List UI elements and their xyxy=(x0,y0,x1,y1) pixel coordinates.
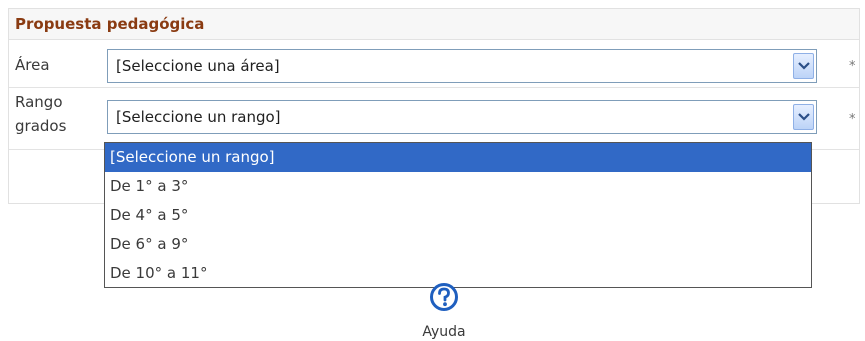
rango-select[interactable]: [Seleccione un rango] xyxy=(107,100,817,134)
chevron-down-icon[interactable] xyxy=(793,104,814,130)
dropdown-option[interactable]: De 1° a 3° xyxy=(105,172,811,201)
row-divider xyxy=(9,87,859,88)
chevron-down-icon[interactable] xyxy=(793,53,814,79)
area-select[interactable]: [Seleccione una área] xyxy=(107,49,817,83)
area-label: Área xyxy=(15,56,50,74)
rango-label-line2: grados xyxy=(15,117,67,135)
help-label: Ayuda xyxy=(422,324,466,340)
question-circle-icon xyxy=(430,283,458,311)
rango-select-value: [Seleccione un rango] xyxy=(116,108,281,126)
rango-dropdown-list[interactable]: [Seleccione un rango] De 1° a 3° De 4° a… xyxy=(104,142,812,288)
dropdown-option[interactable]: De 6° a 9° xyxy=(105,230,811,259)
rango-required-mark: * xyxy=(849,112,856,127)
dropdown-option[interactable]: [Seleccione un rango] xyxy=(105,143,811,172)
help-button[interactable]: Ayuda xyxy=(420,280,480,341)
area-required-mark: * xyxy=(849,59,856,74)
dropdown-option[interactable]: De 4° a 5° xyxy=(105,201,811,230)
section-title: Propuesta pedagógica xyxy=(9,9,859,40)
area-select-value: [Seleccione una área] xyxy=(116,57,280,75)
rango-label-line1: Rango xyxy=(15,93,63,111)
